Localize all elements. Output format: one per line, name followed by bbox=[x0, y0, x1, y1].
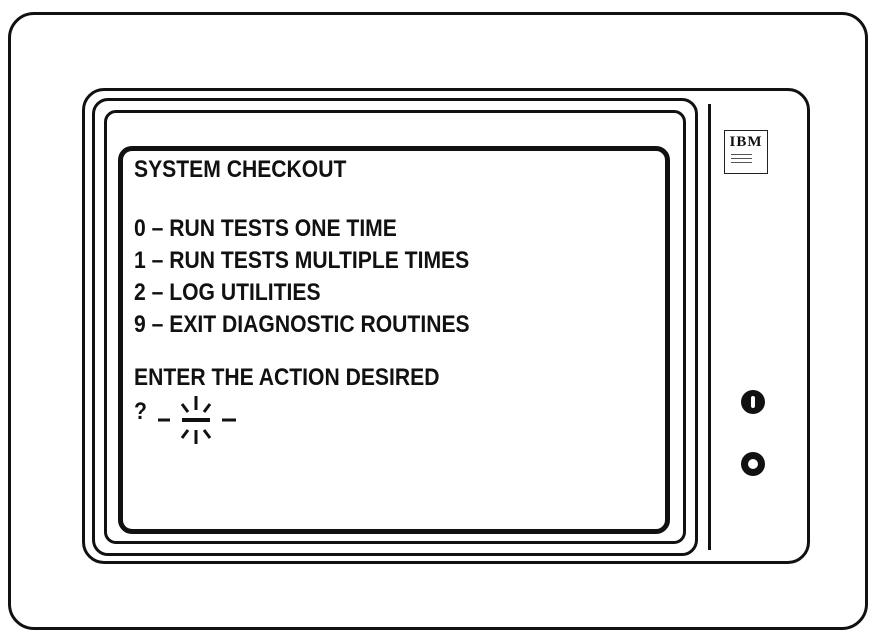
input-prompt-symbol: ? bbox=[134, 398, 147, 425]
blinking-cursor-icon[interactable] bbox=[158, 392, 238, 448]
action-prompt: ENTER THE ACTION DESIRED bbox=[134, 364, 440, 391]
screen-title: SYSTEM CHECKOUT bbox=[134, 156, 347, 183]
ibm-badge: IBM bbox=[724, 130, 768, 174]
menu-option-0: 0 – RUN TESTS ONE TIME bbox=[134, 215, 397, 242]
crt-screen bbox=[118, 146, 670, 534]
brightness-knob-icon[interactable] bbox=[741, 452, 765, 476]
menu-option-9: 9 – EXIT DIAGNOSTIC ROUTINES bbox=[134, 311, 470, 338]
menu-option-1: 1 – RUN TESTS MULTIPLE TIMES bbox=[134, 247, 470, 274]
menu-option-2: 2 – LOG UTILITIES bbox=[134, 279, 321, 306]
control-panel-divider bbox=[708, 104, 711, 550]
badge-brand: IBM bbox=[729, 134, 763, 150]
power-knob-icon[interactable] bbox=[741, 390, 765, 414]
badge-fine-print bbox=[731, 154, 761, 163]
